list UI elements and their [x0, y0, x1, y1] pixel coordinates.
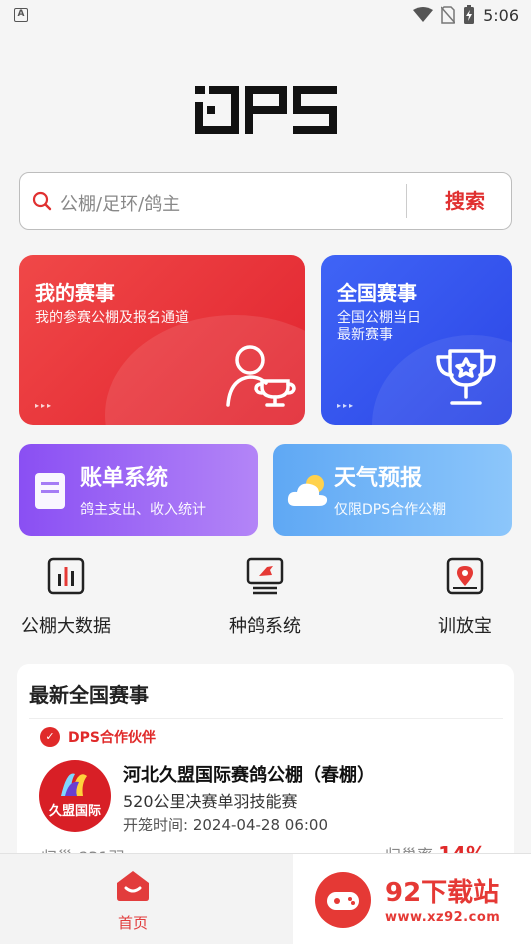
trophy-star-icon	[436, 349, 496, 405]
national-events-subtitle-line1: 全国公棚当日	[337, 310, 421, 326]
national-events-title: 全国赛事	[337, 281, 417, 305]
event-time: 开笼时间: 2024-04-28 06:00	[123, 814, 328, 835]
partner-tag: ✓ DPS合作伙伴	[40, 727, 156, 747]
event-subtitle: 520公里决赛单羽技能赛	[123, 792, 298, 811]
bar-chart-icon	[47, 557, 85, 595]
watermark-name: 92下载站	[385, 878, 500, 908]
weather-cloud-sun-icon	[287, 475, 328, 506]
event-logo-text: 久盟国际	[48, 804, 101, 819]
billing-card[interactable]: 账单系统 鸽主支出、收入统计	[19, 444, 258, 536]
billing-subtitle: 鸽主支出、收入统计	[80, 502, 206, 518]
divider	[29, 718, 503, 719]
search-icon	[32, 191, 52, 211]
event-logo[interactable]: 久盟国际	[39, 760, 111, 832]
event-time-label: 开笼时间:	[123, 816, 189, 834]
event-time-value: 2024-04-28 06:00	[192, 816, 329, 834]
map-pin-icon	[446, 557, 484, 595]
nav-home-label: 首页	[117, 914, 148, 932]
watermark-url: www.xz92.com	[385, 910, 501, 925]
quick-link-label: 训放宝	[438, 616, 492, 637]
home-icon	[117, 871, 149, 901]
watermark: 92下载站 www.xz92.com	[293, 854, 531, 944]
my-events-title: 我的赛事	[35, 281, 115, 305]
notification-icon: A	[14, 8, 28, 22]
weather-card[interactable]: 天气预报 仅限DPS合作公棚	[273, 444, 512, 536]
arrows-indicator: ▸▸▸	[337, 401, 356, 410]
national-events-card[interactable]: 全国赛事 全国公棚当日 最新赛事 ▸▸▸	[321, 255, 512, 425]
no-sim-icon	[441, 6, 456, 24]
section-heading: 最新全国赛事	[29, 683, 149, 707]
quick-link-training[interactable]: 训放宝	[405, 556, 525, 638]
quick-link-breeding[interactable]: 种鸽系统	[205, 556, 325, 638]
search-button[interactable]: 搜索	[420, 173, 510, 229]
my-events-subtitle: 我的参赛公棚及报名通道	[35, 310, 189, 326]
user-trophy-icon	[226, 345, 296, 407]
quick-link-label: 种鸽系统	[229, 616, 301, 637]
billing-title: 账单系统	[80, 466, 169, 491]
logo-graphic	[61, 773, 87, 796]
quick-link-label: 公棚大数据	[21, 616, 111, 637]
national-events-subtitle-line2: 最新赛事	[337, 327, 393, 343]
weather-subtitle: 仅限DPS合作公棚	[334, 502, 447, 518]
clock: 5:06	[483, 5, 519, 25]
event-title[interactable]: 河北久盟国际赛鸽公棚（春棚）	[123, 761, 375, 787]
search-bar: 公棚/足环/鸽主 搜索	[19, 172, 512, 230]
bottom-nav: 首页 92下载站 www.xz92.com	[0, 853, 531, 944]
battery-charging-icon	[464, 5, 475, 24]
dps-logo	[195, 86, 337, 134]
wifi-icon	[413, 7, 434, 22]
weather-title: 天气预报	[334, 466, 423, 491]
status-bar: A 5:06	[0, 0, 531, 30]
partner-label: DPS合作伙伴	[68, 730, 156, 746]
search-divider	[406, 184, 407, 218]
search-input[interactable]: 公棚/足环/鸽主	[60, 190, 180, 216]
monitor-bird-icon	[246, 557, 284, 595]
check-badge-icon: ✓	[40, 727, 60, 747]
gamepad-icon	[327, 892, 359, 910]
nav-home[interactable]: 首页	[98, 868, 168, 933]
watermark-logo	[315, 872, 371, 928]
receipt-icon	[35, 473, 65, 509]
national-events-subtitle: 全国公棚当日 最新赛事	[337, 310, 421, 344]
arrows-indicator: ▸▸▸	[35, 401, 54, 410]
my-events-card[interactable]: 我的赛事 我的参赛公棚及报名通道 ▸▸▸	[19, 255, 305, 425]
quick-link-loft-data[interactable]: 公棚大数据	[6, 556, 126, 638]
